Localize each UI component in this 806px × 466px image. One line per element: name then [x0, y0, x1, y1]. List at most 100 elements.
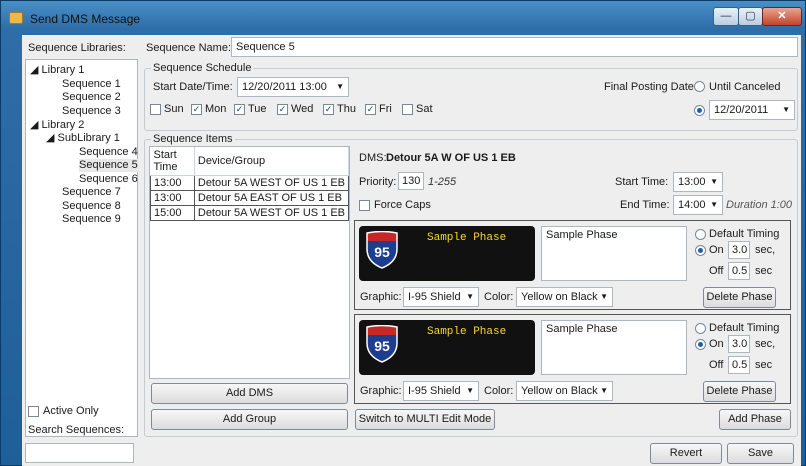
- switch-multi-edit-button[interactable]: Switch to MULTI Edit Mode: [355, 409, 495, 430]
- chevron-down-icon: ▼: [336, 82, 344, 91]
- off-seconds-input[interactable]: 0.5: [728, 262, 750, 280]
- color-label: Color:: [484, 291, 514, 303]
- sequence-items-grid[interactable]: Start Time Device/Group 13:00 Detour 5A W…: [149, 146, 350, 379]
- start-time-dropdown[interactable]: 13:00 ▼: [673, 172, 723, 192]
- minimize-button[interactable]: —: [713, 7, 739, 26]
- library-tree[interactable]: ◢ Library 1 Sequence 1 Sequence 2 Sequen…: [25, 59, 138, 437]
- window-title: Send DMS Message: [30, 12, 141, 26]
- mon-checkbox[interactable]: ✓: [191, 104, 202, 115]
- force-caps-checkbox[interactable]: [359, 200, 370, 211]
- default-timing-label: Default Timing: [709, 322, 780, 334]
- graphic-dropdown[interactable]: I-95 Shield ▼: [403, 287, 479, 307]
- tree-node-sequence-4[interactable]: Sequence 4: [79, 146, 138, 159]
- tue-checkbox[interactable]: ✓: [234, 104, 245, 115]
- revert-button[interactable]: Revert: [650, 443, 722, 464]
- graphic-value: I-95 Shield: [408, 385, 461, 397]
- table-row[interactable]: 13:00 Detour 5A EAST OF US 1 EB: [150, 190, 350, 206]
- maximize-button[interactable]: ▢: [738, 7, 763, 26]
- tree-node-sequence-6[interactable]: Sequence 6: [79, 173, 138, 186]
- tree-node-sequence-8[interactable]: Sequence 8: [62, 200, 121, 213]
- sequence-schedule-group: Sequence Schedule Start Date/Time: 12/20…: [144, 62, 798, 131]
- tree-node-sequence-5[interactable]: Sequence 5: [79, 159, 138, 172]
- send-dms-window: Send DMS Message — ▢ ✕ Sequence Librarie…: [0, 0, 806, 466]
- end-time-value: 14:00: [678, 199, 706, 211]
- on-label: On: [709, 244, 724, 256]
- graphic-value: I-95 Shield: [408, 291, 461, 303]
- on-label: On: [709, 338, 724, 350]
- app-icon: [9, 12, 23, 24]
- sun-checkbox[interactable]: [150, 104, 161, 115]
- color-value: Yellow on Black: [521, 291, 598, 303]
- tree-node-sequence-3[interactable]: Sequence 3: [62, 105, 121, 118]
- tree-node-library-1[interactable]: ◢ Library 1: [30, 64, 84, 77]
- cell-start-time: 15:00: [150, 205, 195, 221]
- wed-label: Wed: [291, 103, 314, 115]
- save-button[interactable]: Save: [727, 443, 794, 464]
- final-posting-date-label: Final Posting Date:: [604, 81, 697, 93]
- title-bar[interactable]: Send DMS Message — ▢ ✕: [1, 1, 805, 35]
- sat-checkbox[interactable]: [402, 104, 413, 115]
- tree-node-sequence-2[interactable]: Sequence 2: [62, 91, 121, 104]
- cell-device: Detour 5A WEST OF US 1 EB: [193, 175, 350, 191]
- tree-node-sequence-1[interactable]: Sequence 1: [62, 78, 121, 91]
- start-time-label: Start Time:: [615, 176, 669, 188]
- chevron-down-icon: ▼: [710, 177, 718, 186]
- off-unit: sec: [755, 359, 773, 371]
- phase-text-area[interactable]: Sample Phase: [541, 226, 687, 281]
- priority-range: 1-255: [428, 176, 457, 188]
- active-only-checkbox[interactable]: [28, 406, 39, 417]
- tree-node-sequence-9[interactable]: Sequence 9: [62, 213, 121, 226]
- final-date-dropdown[interactable]: 12/20/2011 ▼: [709, 100, 795, 120]
- on-seconds-input[interactable]: 3.0: [728, 241, 750, 259]
- on-timing-radio[interactable]: [695, 245, 706, 256]
- shield-number: 95: [374, 338, 390, 354]
- start-datetime-dropdown[interactable]: 12/20/2011 13:00 ▼: [237, 77, 349, 97]
- chevron-down-icon: ▼: [600, 386, 608, 395]
- start-datetime-label: Start Date/Time:: [153, 81, 233, 93]
- sign-preview: 95 Sample Phase: [359, 320, 535, 375]
- graphic-dropdown[interactable]: I-95 Shield ▼: [403, 381, 479, 401]
- add-phase-button[interactable]: Add Phase: [719, 409, 791, 430]
- table-row[interactable]: 15:00 Detour 5A WEST OF US 1 EB: [150, 205, 350, 221]
- delete-phase-button[interactable]: Delete Phase: [703, 287, 776, 308]
- tree-node-sublibrary-1[interactable]: ◢ SubLibrary 1: [46, 132, 120, 145]
- on-seconds-input[interactable]: 3.0: [728, 335, 750, 353]
- color-dropdown[interactable]: Yellow on Black ▼: [516, 287, 613, 307]
- table-row[interactable]: 13:00 Detour 5A WEST OF US 1 EB: [150, 175, 350, 191]
- until-canceled-label: Until Canceled: [709, 81, 781, 93]
- mon-label: Mon: [205, 103, 227, 115]
- search-sequences-input[interactable]: [25, 443, 134, 463]
- force-caps-label: Force Caps: [374, 199, 431, 211]
- until-canceled-radio[interactable]: [694, 81, 705, 92]
- i95-shield-icon: 95: [366, 325, 398, 363]
- end-time-dropdown[interactable]: 14:00 ▼: [673, 195, 723, 215]
- color-dropdown[interactable]: Yellow on Black ▼: [516, 381, 613, 401]
- sequence-name-input[interactable]: Sequence 5: [231, 37, 798, 57]
- fri-checkbox[interactable]: ✓: [365, 104, 376, 115]
- cell-start-time: 13:00: [150, 175, 195, 191]
- add-group-button[interactable]: Add Group: [151, 409, 348, 430]
- add-dms-button[interactable]: Add DMS: [151, 383, 348, 404]
- column-header-device-group[interactable]: Device/Group: [194, 147, 350, 176]
- priority-label: Priority:: [359, 176, 397, 188]
- default-timing-label: Default Timing: [709, 228, 780, 240]
- tue-label: Tue: [248, 103, 267, 115]
- off-seconds-input[interactable]: 0.5: [728, 356, 750, 374]
- close-button[interactable]: ✕: [762, 7, 802, 26]
- on-unit: sec,: [755, 244, 776, 256]
- final-date-radio[interactable]: [694, 105, 705, 116]
- default-timing-radio[interactable]: [695, 323, 706, 334]
- default-timing-radio[interactable]: [695, 229, 706, 240]
- tree-node-library-2[interactable]: ◢ Library 2: [30, 119, 84, 132]
- delete-phase-button[interactable]: Delete Phase: [703, 381, 776, 402]
- off-label: Off: [709, 265, 724, 277]
- end-time-label: End Time:: [620, 199, 670, 211]
- wed-checkbox[interactable]: ✓: [277, 104, 288, 115]
- on-timing-radio[interactable]: [695, 339, 706, 350]
- thu-checkbox[interactable]: ✓: [323, 104, 334, 115]
- tree-node-sequence-7[interactable]: Sequence 7: [62, 186, 121, 199]
- fri-label: Fri: [379, 103, 392, 115]
- phase-text-area[interactable]: Sample Phase: [541, 320, 687, 375]
- priority-input[interactable]: 130: [398, 172, 424, 190]
- column-header-start-time[interactable]: Start Time: [150, 147, 195, 176]
